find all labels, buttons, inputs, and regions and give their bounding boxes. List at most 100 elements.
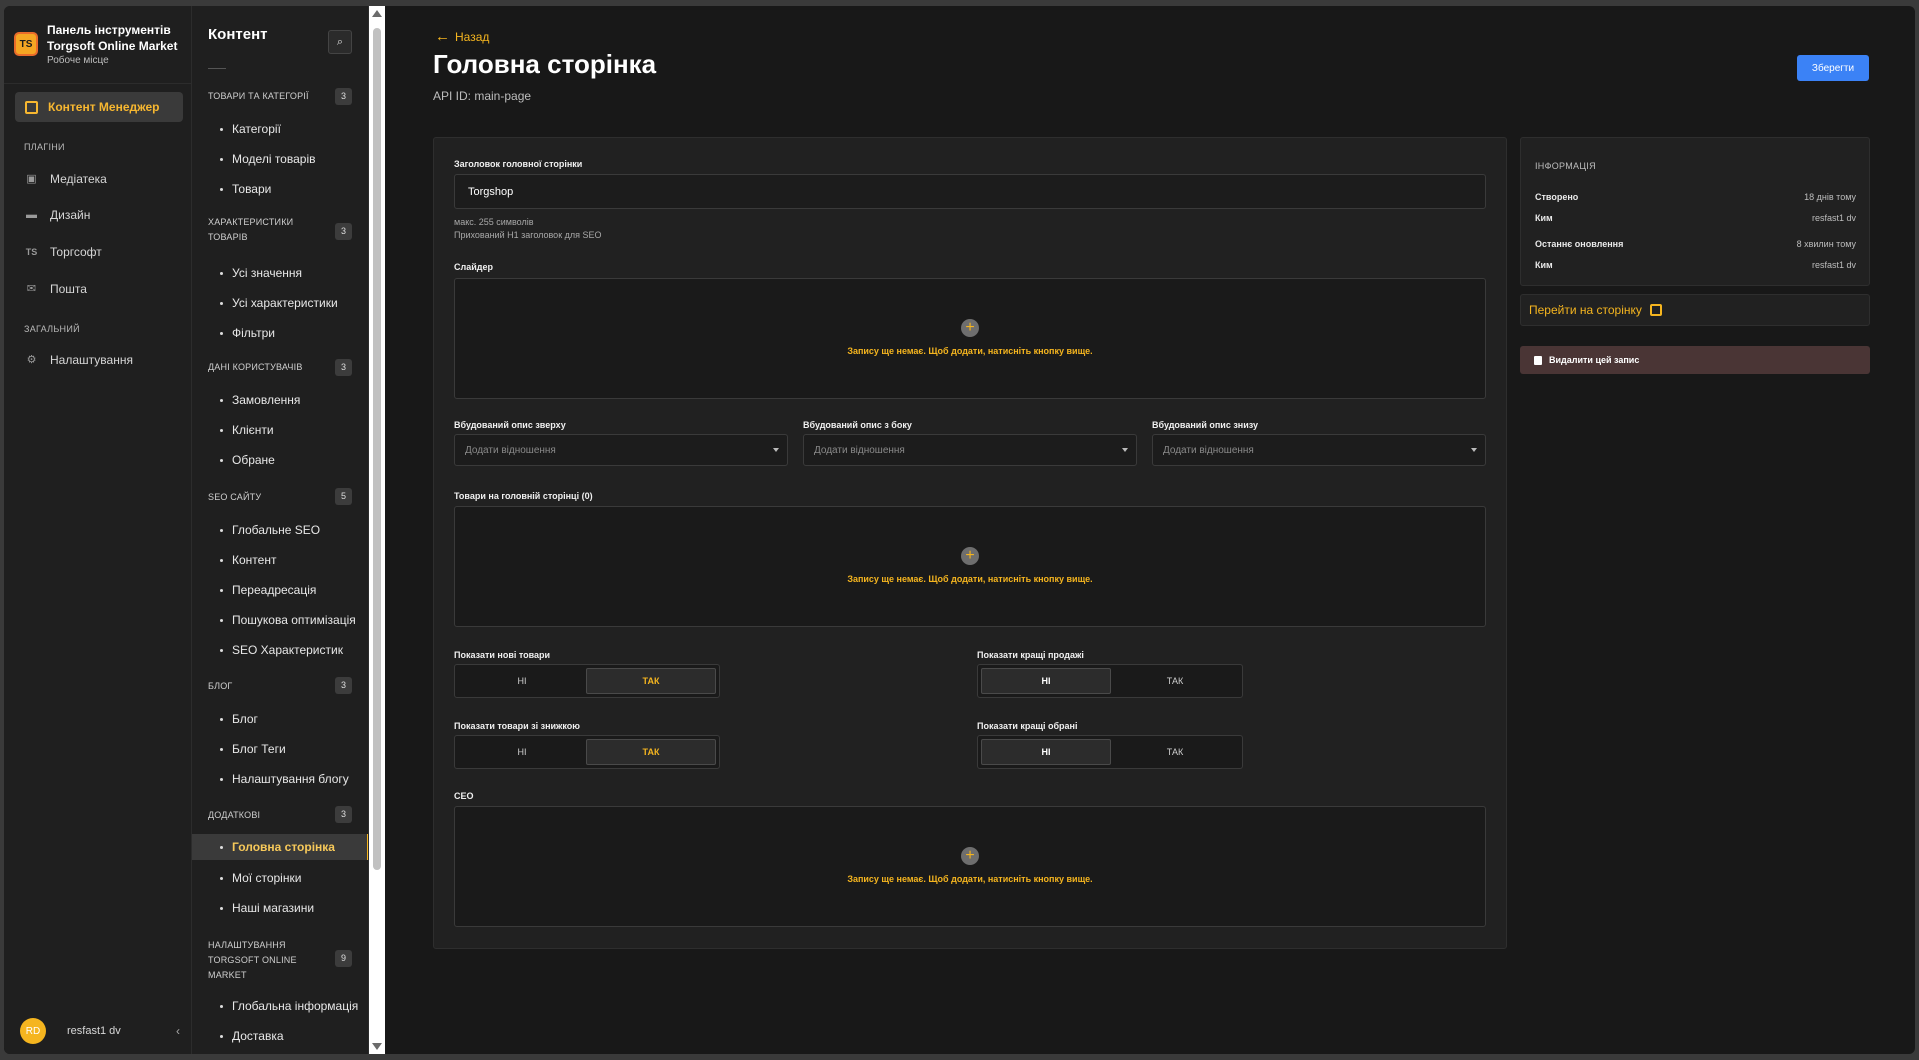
sub-item-main-page[interactable]: Головна сторінка	[192, 834, 368, 860]
page-title: Головна сторінка	[433, 49, 657, 79]
show-new-toggle[interactable]: НІ ТАК	[454, 664, 720, 698]
nav-item-torgsoft[interactable]: TS Торгсофт	[25, 245, 102, 259]
delete-entry-button[interactable]: Видалити цей запис	[1520, 346, 1870, 374]
select-placeholder: Додати відношення	[465, 444, 556, 456]
scroll-down-arrow-icon[interactable]	[372, 1043, 382, 1050]
rel-top-select[interactable]: Додати відношення	[454, 434, 788, 466]
brand-subtitle: Робоче місце	[47, 55, 109, 66]
group-count: 3	[335, 677, 352, 694]
toggle-no[interactable]: НІ	[981, 668, 1111, 694]
app-window: TS Панель інструментів Torgsoft Online M…	[4, 6, 1915, 1054]
show-best-sales-label: Показати кращі продажі	[977, 650, 1084, 660]
scrollbar-thumb[interactable]	[373, 28, 381, 870]
nav-item-label: Налаштування	[50, 353, 133, 367]
sub-item-favorites[interactable]: Обране	[192, 447, 368, 473]
nav-item-settings[interactable]: ⚙ Налаштування	[25, 353, 133, 367]
sub-item-global-info[interactable]: Глобальна інформація	[192, 993, 368, 1019]
rel-side-select[interactable]: Додати відношення	[803, 434, 1137, 466]
open-page-link[interactable]: Перейти на сторінку	[1520, 294, 1870, 326]
scroll-up-arrow-icon[interactable]	[372, 10, 382, 17]
toggle-no[interactable]: НІ	[981, 739, 1111, 765]
info-panel: ІНФОРМАЦІЯ Створено 18 днів тому Ким res…	[1520, 137, 1870, 286]
empty-message: Запису ще немає. Щоб додати, натисніть к…	[847, 874, 1093, 884]
nav-item-label: Пошта	[50, 282, 87, 296]
nav-item-media-library[interactable]: ▣ Медіатека	[25, 172, 107, 186]
sub-item-blog-tags[interactable]: Блог Теги	[192, 736, 368, 762]
sub-item-my-pages[interactable]: Мої сторінки	[192, 865, 368, 891]
nav-item-label: Торгсофт	[50, 245, 102, 259]
sub-item-product-models[interactable]: Моделі товарів	[192, 146, 368, 172]
group-count: 3	[335, 359, 352, 376]
sub-item-categories[interactable]: Категорії	[192, 116, 368, 142]
sub-item-products[interactable]: Товари	[192, 176, 368, 202]
toggle-yes[interactable]: ТАК	[586, 668, 716, 694]
heading-input[interactable]: Torgshop	[454, 174, 1486, 209]
add-seo-button[interactable]: +	[961, 847, 979, 865]
info-heading: ІНФОРМАЦІЯ	[1535, 161, 1596, 171]
back-link[interactable]: ← Назад	[435, 28, 489, 45]
sub-item-blog-settings[interactable]: Налаштування блогу	[192, 766, 368, 792]
heading-hint-max: макс. 255 символів	[454, 217, 534, 227]
sub-item-search-optimization[interactable]: Пошукова оптимізація	[192, 607, 368, 633]
toggle-yes[interactable]: ТАК	[586, 739, 716, 765]
nav-item-design[interactable]: ▬ Дизайн	[25, 208, 90, 222]
sub-item-all-values[interactable]: Усі значення	[192, 260, 368, 286]
add-slider-button[interactable]: +	[961, 319, 979, 337]
sub-item-delivery[interactable]: Доставка	[192, 1023, 368, 1049]
search-button[interactable]: ⌕	[328, 30, 352, 54]
group-count: 3	[335, 88, 352, 105]
sub-item-global-seo[interactable]: Глобальне SEO	[192, 517, 368, 543]
sub-item-clients[interactable]: Клієнти	[192, 417, 368, 443]
scrollbar[interactable]	[369, 6, 385, 1054]
toggle-yes[interactable]: ТАК	[1111, 739, 1239, 765]
select-placeholder: Додати відношення	[1163, 444, 1254, 456]
group-label: ДОДАТКОВІ	[208, 810, 261, 820]
group-label: SEO САЙТУ	[208, 492, 262, 502]
sub-item-seo-characteristics[interactable]: SEO Характеристик	[192, 637, 368, 663]
show-discount-toggle[interactable]: НІ ТАК	[454, 735, 720, 769]
collapse-sidebar-button[interactable]: ‹	[176, 1024, 180, 1038]
user-profile[interactable]: RD resfast1 dv ‹	[20, 1018, 180, 1044]
caret-down-icon	[773, 448, 779, 452]
main-content: ← Назад Головна сторінка API ID: main-pa…	[385, 6, 1915, 1054]
sub-item-orders[interactable]: Замовлення	[192, 387, 368, 413]
save-button[interactable]: Зберегти	[1797, 55, 1869, 81]
edit-form: Заголовок головної сторінки Torgshop мак…	[433, 137, 1507, 949]
products-empty: + Запису ще немає. Щоб додати, натисніть…	[454, 506, 1486, 627]
info-by-value: resfast1 dv	[1811, 213, 1856, 223]
info-by-key: Ким	[1535, 213, 1553, 223]
sub-item-all-characteristics[interactable]: Усі характеристики	[192, 290, 368, 316]
content-sidebar-title: Контент	[208, 26, 268, 43]
toggle-no[interactable]: НІ	[458, 739, 586, 765]
toggle-no[interactable]: НІ	[458, 668, 586, 694]
sub-item-filters[interactable]: Фільтри	[192, 320, 368, 346]
empty-message: Запису ще немає. Щоб додати, натисніть к…	[847, 574, 1093, 584]
show-best-fav-toggle[interactable]: НІ ТАК	[977, 735, 1243, 769]
nav-item-content-manager[interactable]: Контент Менеджер	[15, 92, 183, 122]
show-best-sales-toggle[interactable]: НІ ТАК	[977, 664, 1243, 698]
nav-section-general: ЗАГАЛЬНИЙ	[24, 324, 80, 334]
sub-item-redirects[interactable]: Переадресація	[192, 577, 368, 603]
group-label: НАЛАШТУВАННЯ TORGSOFT ONLINE MARKET	[208, 940, 297, 980]
paint-roller-icon: ▬	[26, 209, 37, 221]
info-by-value: resfast1 dv	[1811, 260, 1856, 270]
group-count: 5	[335, 488, 352, 505]
group-label: ХАРАКТЕРИСТИКИ ТОВАРІВ	[208, 217, 294, 242]
nav-item-label: Контент Менеджер	[48, 100, 160, 114]
info-updated-key: Останнє оновлення	[1535, 239, 1624, 249]
rel-bottom-select[interactable]: Додати відношення	[1152, 434, 1486, 466]
back-link-label: Назад	[455, 29, 490, 44]
sub-item-blog[interactable]: Блог	[192, 706, 368, 732]
seo-empty: + Запису ще немає. Щоб додати, натисніть…	[454, 806, 1486, 927]
sub-item-our-stores[interactable]: Наші магазини	[192, 895, 368, 921]
rel-side-label: Вбудований опис з боку	[803, 420, 912, 430]
external-link-icon	[1649, 304, 1662, 316]
nav-item-mail[interactable]: ✉ Пошта	[25, 282, 87, 296]
toggle-yes[interactable]: ТАК	[1111, 668, 1239, 694]
main-sidebar: TS Панель інструментів Torgsoft Online M…	[4, 6, 192, 1054]
products-label: Товари на головній сторінці (0)	[454, 491, 593, 501]
content-sidebar: Контент ⌕ ТОВАРИ ТА КАТЕГОРІЇ 3 Категорі…	[192, 6, 369, 1054]
ts-icon: TS	[25, 247, 38, 257]
add-product-button[interactable]: +	[961, 547, 979, 565]
sub-item-content[interactable]: Контент	[192, 547, 368, 573]
